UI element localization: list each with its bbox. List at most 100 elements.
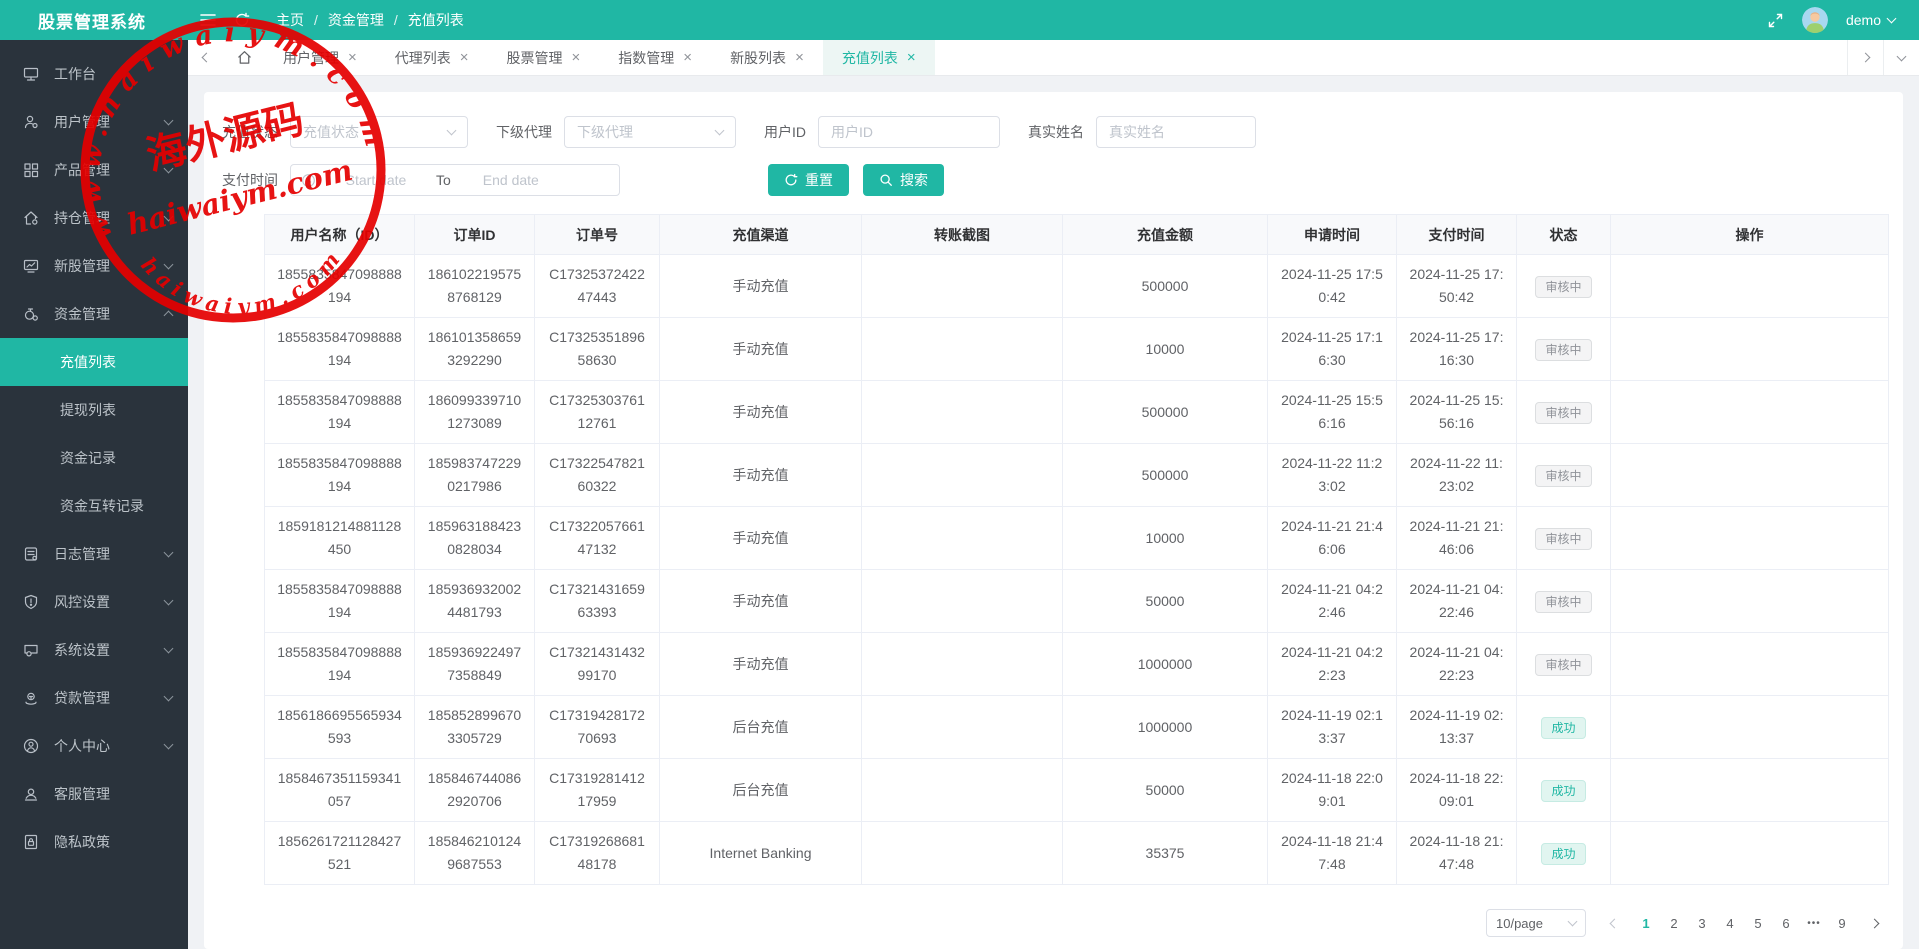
user-menu[interactable]: demo (1846, 12, 1897, 28)
cell-pay_time: 2024-11-21 04:22:46 (1396, 569, 1517, 633)
sidebar-item-privacy-policy[interactable]: 隐私政策 (0, 818, 188, 866)
tabs-scroll-right-button[interactable] (1847, 40, 1883, 75)
cell-channel: 手动充值 (659, 380, 862, 444)
filter-row-2: 支付时间 To 重置 搜索 (216, 164, 1891, 196)
tab-recharge-list[interactable]: 充值列表 × (822, 40, 935, 75)
sidebar-item-label: 系统设置 (54, 642, 110, 658)
column-header: 订单ID (414, 214, 535, 255)
close-icon[interactable]: × (795, 50, 804, 65)
sidebar-item-personal-center[interactable]: 个人中心 (0, 722, 188, 770)
user-icon (22, 113, 40, 131)
sidebar-menu: 工作台用户管理产品管理持仓管理 新股管理 资金管理 充值列表 提现列表 资金记录 资金互转记… (0, 50, 188, 866)
page-size-select[interactable]: 10/page (1486, 909, 1586, 937)
breadcrumb-item[interactable]: 充值列表 (408, 10, 464, 30)
cell-pay_time: 2024-11-18 22:09:01 (1396, 758, 1517, 822)
prev-page-button[interactable] (1600, 909, 1628, 937)
tabs-scroll-left-button[interactable] (188, 40, 224, 75)
pay-time-range-picker[interactable]: To (290, 164, 620, 196)
cell-user_id: 1855835847098888194 (264, 317, 415, 381)
tab-agent-list[interactable]: 代理列表 × (376, 40, 488, 75)
cell-actions (1610, 758, 1889, 822)
loan-icon (22, 689, 40, 707)
chevron-down-icon (163, 691, 174, 702)
sub-agent-select[interactable]: 下级代理 (564, 116, 736, 148)
close-icon[interactable]: × (348, 50, 357, 65)
sidebar-item-label: 工作台 (54, 66, 96, 82)
sidebar-item-log-management[interactable]: 日志管理 (0, 530, 188, 578)
cell-apply_time: 2024-11-25 17:50:42 (1267, 254, 1397, 318)
page-button-2[interactable]: 2 (1660, 909, 1688, 937)
top-header: 股票管理系统 主页 / 资金管理 / 充值列表 demo (0, 0, 1919, 40)
page-button-9[interactable]: 9 (1828, 909, 1856, 937)
cell-screenshot (861, 821, 1063, 885)
cell-channel: 手动充值 (659, 317, 862, 381)
cell-order_no: C1732143143299170 (534, 632, 660, 696)
next-page-button[interactable] (1860, 909, 1888, 937)
page-button-1[interactable]: 1 (1632, 909, 1660, 937)
tab-ipo-list[interactable]: 新股列表 × (711, 40, 823, 75)
cell-order_id: 1858528996703305729 (414, 695, 535, 759)
real-name-input[interactable] (1096, 116, 1256, 148)
sidebar-item-workbench[interactable]: 工作台 (0, 50, 188, 98)
cell-user_id: 1856186695565934593 (264, 695, 415, 759)
tab-stock-management[interactable]: 股票管理 × (488, 40, 600, 75)
cell-status: 审核中 (1516, 443, 1611, 507)
fullscreen-icon[interactable] (1767, 12, 1784, 29)
status-badge: 审核中 (1535, 590, 1592, 613)
sidebar-subitem-fund-transfer-records[interactable]: 资金互转记录 (0, 482, 188, 530)
tab-index-management[interactable]: 指数管理 × (599, 40, 711, 75)
status-badge: 审核中 (1535, 653, 1592, 676)
reset-button[interactable]: 重置 (768, 164, 849, 196)
sidebar-item-label: 产品管理 (54, 162, 110, 178)
close-icon[interactable]: × (460, 50, 469, 65)
sidebar-item-system-settings[interactable]: 系统设置 (0, 626, 188, 674)
cell-amount: 35375 (1062, 821, 1268, 885)
sidebar-subitem-recharge-list[interactable]: 充值列表 (0, 338, 188, 386)
chevron-down-icon (163, 259, 174, 270)
recharge-status-select[interactable]: 充值状态 (290, 116, 468, 148)
sub-agent-label: 下级代理 (496, 124, 552, 140)
page-button-5[interactable]: 5 (1744, 909, 1772, 937)
home-tab-button[interactable] (224, 40, 264, 75)
refresh-icon[interactable] (234, 12, 250, 28)
start-date-input[interactable] (320, 171, 432, 189)
chevron-down-icon (1896, 51, 1907, 61)
breadcrumb-item[interactable]: 资金管理 (328, 10, 384, 30)
sidebar-item-product-management[interactable]: 产品管理 (0, 146, 188, 194)
hamburger-icon[interactable] (200, 13, 216, 27)
cell-order_no: C1732143165963393 (534, 569, 660, 633)
sidebar-item-user-management[interactable]: 用户管理 (0, 98, 188, 146)
close-icon[interactable]: × (572, 50, 581, 65)
sidebar-item-risk-settings[interactable]: 风控设置 (0, 578, 188, 626)
breadcrumb-item[interactable]: 主页 (276, 10, 304, 30)
tab-user-management[interactable]: 用户管理 × (264, 40, 376, 75)
page-button-3[interactable]: 3 (1688, 909, 1716, 937)
user-id-input[interactable] (818, 116, 1000, 148)
search-icon (880, 174, 892, 186)
chevron-down-icon (163, 739, 174, 750)
search-button[interactable]: 搜索 (863, 164, 944, 196)
cell-actions (1610, 821, 1889, 885)
sidebar-item-ipo-management[interactable]: 新股管理 (0, 242, 188, 290)
close-icon[interactable]: × (683, 50, 692, 65)
tab-label: 充值列表 (841, 49, 898, 66)
page-ellipsis[interactable]: ••• (1800, 909, 1828, 937)
cell-order_id: 1859369320024481793 (414, 569, 535, 633)
close-icon[interactable]: × (907, 50, 916, 65)
page-button-4[interactable]: 4 (1716, 909, 1744, 937)
date-range-separator: To (436, 172, 451, 188)
sidebar-item-fund-management[interactable]: 资金管理 (0, 290, 188, 338)
tabs-options-button[interactable] (1883, 40, 1919, 75)
cell-apply_time: 2024-11-19 02:13:37 (1267, 695, 1397, 759)
sidebar-item-loan-management[interactable]: 贷款管理 (0, 674, 188, 722)
cell-channel: 手动充值 (659, 569, 862, 633)
cell-apply_time: 2024-11-22 11:23:02 (1267, 443, 1397, 507)
sidebar-item-customer-service[interactable]: 客服管理 (0, 770, 188, 818)
page-button-6[interactable]: 6 (1772, 909, 1800, 937)
sidebar-item-position-management[interactable]: 持仓管理 (0, 194, 188, 242)
sidebar-subitem-fund-records[interactable]: 资金记录 (0, 434, 188, 482)
avatar[interactable] (1801, 7, 1828, 33)
end-date-input[interactable] (454, 171, 567, 189)
sidebar-subitem-withdraw-list[interactable]: 提现列表 (0, 386, 188, 434)
cell-channel: 手动充值 (659, 443, 862, 507)
